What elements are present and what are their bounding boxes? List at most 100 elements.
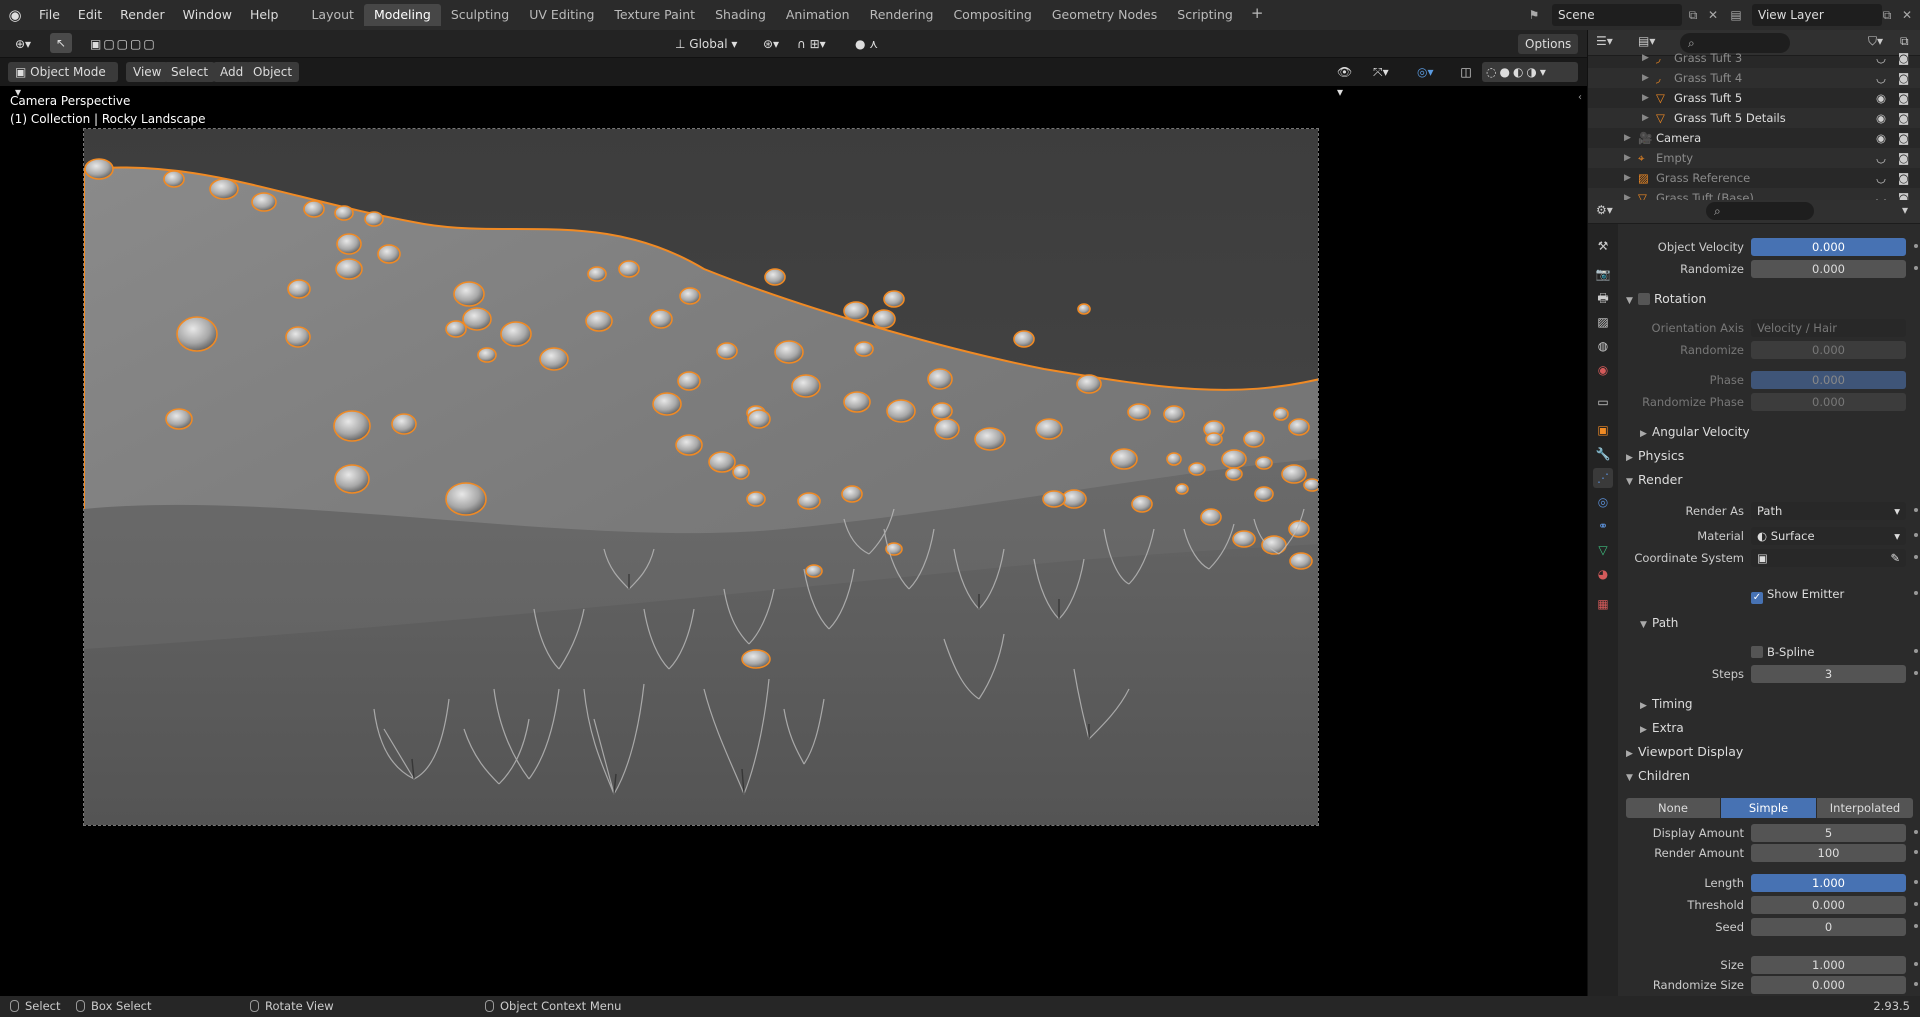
xray-icon[interactable]: ◫ (1456, 62, 1476, 82)
scene-tab-icon[interactable]: ◍ (1593, 336, 1613, 356)
display-mode-icon[interactable]: ▤▾ (1638, 34, 1655, 48)
steps-field[interactable]: 3 (1751, 665, 1906, 683)
keyframe-dot-icon[interactable] (1914, 962, 1918, 966)
keyframe-dot-icon[interactable] (1914, 902, 1918, 906)
outliner-item[interactable]: ▶ ▽ Grass Tuft 5 ◉ ◙ (1588, 88, 1920, 108)
add-workspace-icon[interactable]: + (1243, 4, 1272, 26)
physics-tab-icon[interactable]: ◎ (1593, 492, 1613, 512)
menu-render[interactable]: Render (111, 4, 174, 26)
keyframe-dot-icon[interactable] (1914, 533, 1918, 537)
visibility-icon[interactable]: 👁▾ (1330, 62, 1362, 99)
menu-edit[interactable]: Edit (69, 4, 111, 26)
gizmo-icon[interactable]: ⤧▾ (1366, 62, 1402, 82)
tab-uv-editing[interactable]: UV Editing (519, 4, 604, 26)
rotation-section[interactable]: ▼ Rotation (1618, 288, 1920, 310)
keyframe-dot-icon[interactable] (1914, 591, 1918, 595)
new-view-layer-icon[interactable]: ⧉ (1877, 4, 1897, 26)
tab-shading[interactable]: Shading (705, 4, 776, 26)
data-tab-icon[interactable]: ▽ (1593, 540, 1613, 560)
expand-arrow-icon[interactable]: ▶ (1624, 148, 1631, 168)
orientation-axis-dropdown[interactable]: Velocity / Hair (1751, 319, 1906, 337)
scene-icon[interactable]: ⚑ (1524, 4, 1544, 26)
view-layer-tab-icon[interactable]: ▨ (1593, 312, 1613, 332)
keyframe-dot-icon[interactable] (1914, 671, 1918, 675)
render-amount-field[interactable]: 100 (1751, 844, 1906, 862)
outliner-item[interactable]: ▶ ◞ Grass Tuft 4 ◡ ◙ (1588, 68, 1920, 88)
menu-object[interactable]: Object (246, 62, 300, 82)
phase-field[interactable]: 0.000 (1751, 371, 1906, 389)
rotation-checkbox[interactable] (1638, 293, 1650, 305)
randomize-size-field[interactable]: 0.000 (1751, 976, 1906, 994)
shading-mode-icons[interactable]: ◌●◐◑▾ (1482, 62, 1578, 82)
render-camera-icon[interactable]: ◙ (1898, 128, 1909, 148)
render-camera-icon[interactable]: ◙ (1898, 168, 1909, 188)
menu-help[interactable]: Help (241, 4, 288, 26)
viewport-display-section[interactable]: ▶ Viewport Display (1618, 741, 1920, 763)
tab-geometry-nodes[interactable]: Geometry Nodes (1042, 4, 1167, 26)
selection-mode-icons[interactable]: ▣▢▢▢▢ (90, 34, 180, 54)
path-section[interactable]: ▼ Path (1618, 612, 1920, 634)
coordinate-system-field[interactable]: ▣ ✎ (1751, 549, 1906, 567)
render-camera-icon[interactable]: ◙ (1898, 148, 1909, 168)
keyframe-dot-icon[interactable] (1914, 266, 1918, 270)
keyframe-dot-icon[interactable] (1914, 880, 1918, 884)
constraints-tab-icon[interactable]: ⚭ (1593, 516, 1613, 536)
output-tab-icon[interactable]: 🖶 (1593, 288, 1613, 308)
properties-options-icon[interactable]: ▾ (1902, 203, 1908, 217)
object-velocity-field[interactable]: 0.000 (1751, 238, 1906, 256)
outliner-editor-icon[interactable]: ☰▾ (1596, 34, 1613, 48)
randomize-field[interactable]: 0.000 (1751, 260, 1906, 278)
delete-scene-icon[interactable]: ✕ (1703, 4, 1723, 26)
particles-tab-icon[interactable]: ⋰ (1593, 468, 1613, 488)
children-section[interactable]: ▼ Children (1618, 765, 1920, 787)
expand-arrow-icon[interactable]: ▶ (1624, 168, 1631, 188)
properties-search-input[interactable]: ⌕ (1706, 202, 1814, 220)
outliner-item[interactable]: ▶ ▽ Grass Tuft 5 Details ◉ ◙ (1588, 108, 1920, 128)
visibility-eye-icon[interactable]: ◡ (1876, 48, 1886, 68)
texture-tab-icon[interactable]: ▦ (1593, 594, 1613, 614)
tab-rendering[interactable]: Rendering (860, 4, 944, 26)
blender-logo-icon[interactable]: ◉ (0, 0, 30, 30)
display-amount-field[interactable]: 5 (1751, 824, 1906, 842)
visibility-eye-icon[interactable]: ◉ (1876, 108, 1886, 128)
tool-tab-icon[interactable]: ⚒ (1593, 236, 1613, 256)
object-tab-icon[interactable]: ▣ (1593, 420, 1613, 440)
render-section[interactable]: ▼ Render (1618, 469, 1920, 491)
render-tab-icon[interactable]: 📷 (1593, 264, 1613, 284)
randomize-phase-field[interactable]: 0.000 (1751, 393, 1906, 411)
keyframe-dot-icon[interactable] (1914, 850, 1918, 854)
view-layer-icon[interactable]: ▤ (1726, 4, 1746, 26)
expand-arrow-icon[interactable]: ▶ (1642, 68, 1649, 88)
editor-type-icon[interactable]: ⊕▾ (8, 34, 40, 54)
filter-icon[interactable]: ⛉▾ (1868, 34, 1883, 49)
world-tab-icon[interactable]: ◉ (1593, 360, 1613, 380)
angular-velocity-section[interactable]: ▶ Angular Velocity (1618, 421, 1920, 443)
material-dropdown[interactable]: ◐ Surface ▾ (1751, 527, 1906, 545)
menu-select[interactable]: Select (164, 62, 216, 82)
bspline-checkbox[interactable]: B-Spline (1751, 642, 1814, 662)
keyframe-dot-icon[interactable] (1914, 830, 1918, 834)
rotation-randomize-field[interactable]: 0.000 (1751, 341, 1906, 359)
select-tool-icon[interactable]: ↖ (50, 33, 72, 53)
expand-arrow-icon[interactable]: ▶ (1642, 88, 1649, 108)
show-emitter-checkbox[interactable]: ✓ Show Emitter (1751, 584, 1844, 604)
snap-icon[interactable]: ∩ ⊞▾ (790, 34, 842, 54)
size-field[interactable]: 1.000 (1751, 956, 1906, 974)
eyedropper-icon[interactable]: ✎ (1890, 549, 1900, 567)
expand-arrow-icon[interactable]: ▶ (1642, 48, 1649, 68)
tab-modeling[interactable]: Modeling (363, 4, 441, 26)
children-mode-interpolated[interactable]: Interpolated (1817, 798, 1913, 818)
scene-selector[interactable]: Scene (1552, 4, 1682, 26)
visibility-eye-icon[interactable]: ◡ (1876, 68, 1886, 88)
collection-tab-icon[interactable]: ▭ (1593, 392, 1613, 412)
outliner-item[interactable]: ▶ 🎥 Camera ◉ ◙ (1588, 128, 1920, 148)
render-camera-icon[interactable]: ◙ (1898, 88, 1909, 108)
delete-view-layer-icon[interactable]: ✕ (1897, 4, 1917, 26)
render-camera-icon[interactable]: ◙ (1898, 108, 1909, 128)
extra-section[interactable]: ▶ Extra (1618, 717, 1920, 739)
transform-orientation-dropdown[interactable]: ⊥ Global ▾ (668, 34, 748, 54)
timing-section[interactable]: ▶ Timing (1618, 693, 1920, 715)
outliner-item[interactable]: ▶ ▨ Grass Reference ◡ ◙ (1588, 168, 1920, 188)
tab-animation[interactable]: Animation (776, 4, 860, 26)
physics-section[interactable]: ▶ Physics (1618, 445, 1920, 467)
